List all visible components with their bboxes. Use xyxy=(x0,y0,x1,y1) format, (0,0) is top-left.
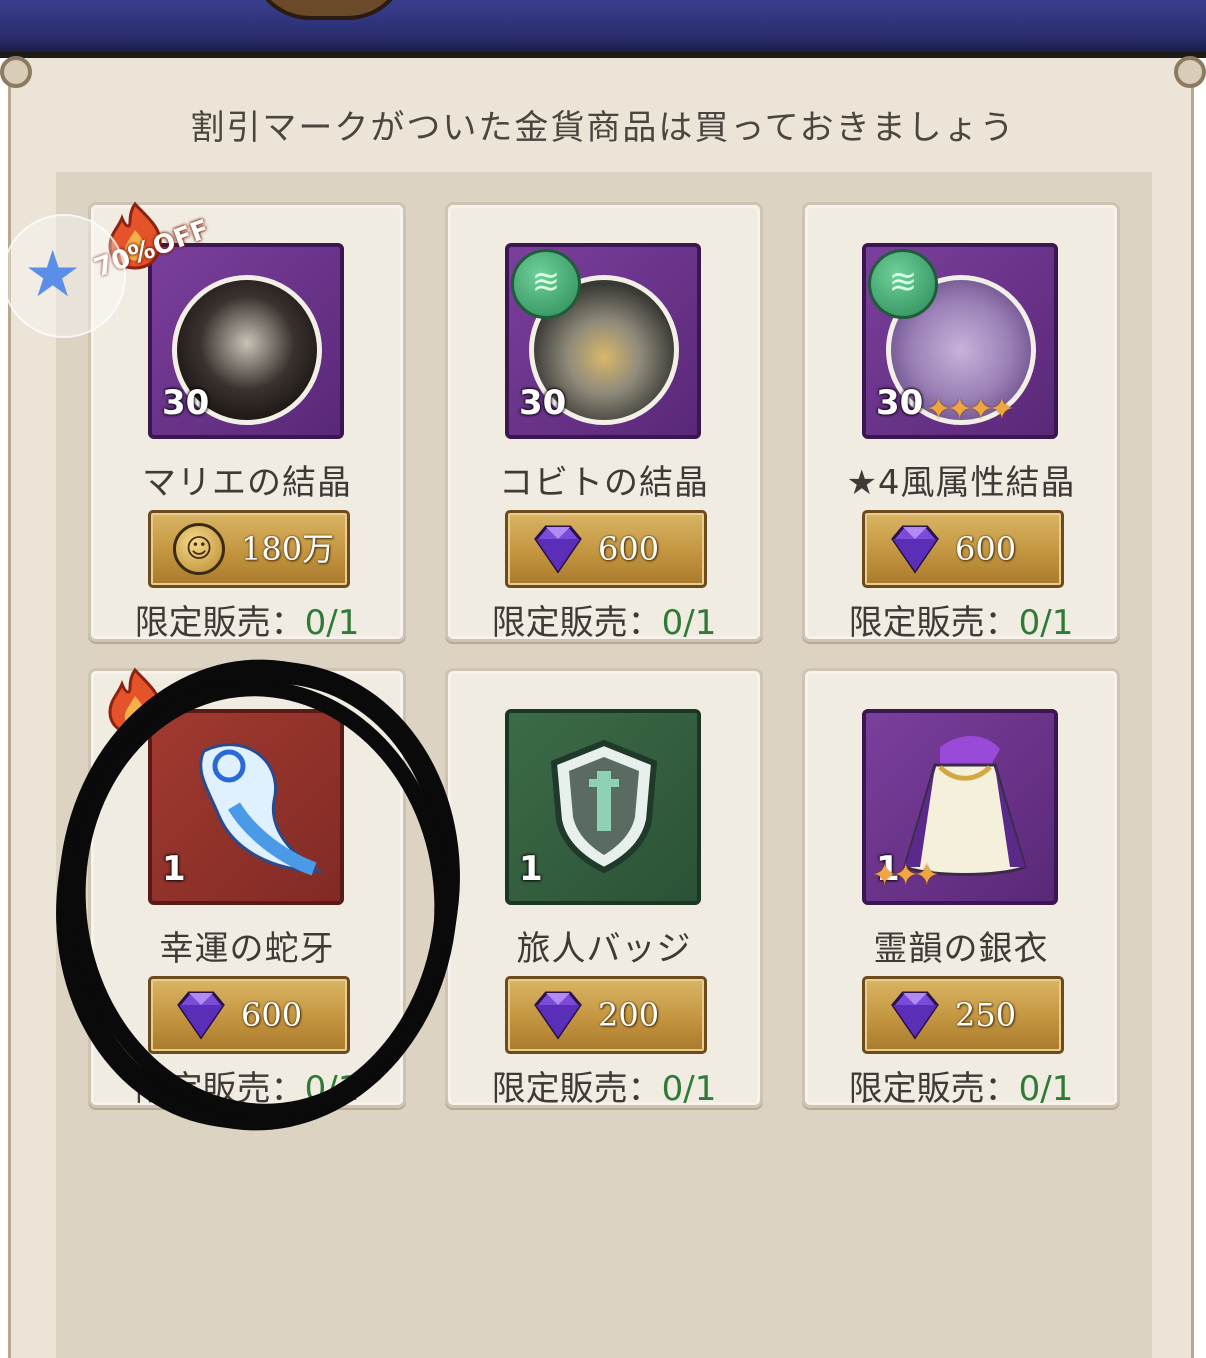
serpent-fang-icon xyxy=(199,743,324,876)
purchase-limit: 限定販売：0/1 xyxy=(91,1061,403,1110)
item-thumbnail: ≋ 30 xyxy=(505,243,701,439)
fire-icon xyxy=(108,667,162,736)
diamond-icon xyxy=(534,525,582,574)
diamond-icon xyxy=(534,991,582,1040)
purchase-limit: 限定販売：0/1 xyxy=(91,595,403,644)
buy-button[interactable]: ☺ 180万 xyxy=(148,510,350,588)
price-label: 180万 xyxy=(241,530,335,568)
price-label: 600 xyxy=(598,530,660,568)
floating-assist-button[interactable]: ★ xyxy=(2,214,126,338)
limit-label: 限定販売： xyxy=(491,603,662,643)
item-name: 旅人バッジ xyxy=(516,929,692,969)
limit-label: 限定販売： xyxy=(134,603,305,643)
limit-value: 0/1 xyxy=(1018,603,1074,643)
panel-corner-ornament-right xyxy=(1174,56,1206,88)
shop-item-card[interactable]: 1 ✦✦✦ 霊韻の銀衣 250 限定販売：0/1 xyxy=(802,668,1120,1110)
limit-value: 0/1 xyxy=(304,603,360,643)
buy-button[interactable]: 600 xyxy=(862,510,1064,588)
buy-button[interactable]: 600 xyxy=(148,976,350,1054)
item-name: 霊韻の銀衣 xyxy=(873,929,1049,969)
gold-coin-icon: ☺ xyxy=(173,523,225,575)
shop-item-card[interactable]: ≋ 30 コビトの結晶 600 限定販売：0/1 xyxy=(445,202,763,644)
wind-element-icon: ≋ xyxy=(868,249,938,319)
item-name: マリエの結晶 xyxy=(142,463,352,503)
diamond-icon xyxy=(891,525,939,574)
shop-item-card[interactable]: 1 旅人バッジ 200 限定販売：0/1 xyxy=(445,668,763,1110)
purchase-limit: 限定販売：0/1 xyxy=(448,595,760,644)
item-name: ★4風属性結晶 xyxy=(846,463,1076,503)
purchase-limit: 限定販売：0/1 xyxy=(805,1061,1117,1110)
wind-element-icon: ≋ xyxy=(511,249,581,319)
price-label: 250 xyxy=(955,996,1017,1034)
limit-label: 限定販売： xyxy=(848,603,1019,643)
item-thumbnail: 30 xyxy=(148,243,344,439)
banner-emblem xyxy=(250,0,408,20)
price-label: 600 xyxy=(955,530,1017,568)
item-count: 1 xyxy=(162,849,186,889)
shop-item-card[interactable]: ≋ 30 ✦✦✦✦ ★4風属性結晶 600 限定販売：0/1 xyxy=(802,202,1120,644)
limit-value: 0/1 xyxy=(661,603,717,643)
top-banner xyxy=(0,0,1206,52)
buy-button[interactable]: 200 xyxy=(505,976,707,1054)
price-label: 200 xyxy=(598,996,660,1034)
item-count: 30 xyxy=(162,383,210,423)
item-thumbnail: 1 xyxy=(148,709,344,905)
purchase-limit: 限定販売：0/1 xyxy=(448,1061,760,1110)
limit-label: 限定販売： xyxy=(848,1069,1019,1109)
purchase-limit: 限定販売：0/1 xyxy=(805,595,1117,644)
buy-button[interactable]: 600 xyxy=(505,510,707,588)
rarity-stars-icon: ✦✦✦ xyxy=(872,858,939,893)
shop-hint-text: 割引マークがついた金貨商品は買っておきましょう xyxy=(190,108,1016,148)
item-name: コビトの結晶 xyxy=(499,463,709,503)
item-thumbnail: 1 ✦✦✦ xyxy=(862,709,1058,905)
limit-value: 0/1 xyxy=(1018,1069,1074,1109)
item-thumbnail: ≋ 30 ✦✦✦✦ xyxy=(862,243,1058,439)
limit-value: 0/1 xyxy=(304,1069,360,1109)
diamond-icon xyxy=(177,991,225,1040)
limit-value: 0/1 xyxy=(661,1069,717,1109)
item-count: 30 xyxy=(876,383,924,423)
panel-corner-ornament-left xyxy=(0,56,32,88)
item-count: 1 xyxy=(519,849,543,889)
item-thumbnail: 1 xyxy=(505,709,701,905)
star-icon: ★ xyxy=(24,238,82,312)
shield-badge-icon xyxy=(550,739,658,874)
limit-label: 限定販売： xyxy=(134,1069,305,1109)
limit-label: 限定販売： xyxy=(491,1069,662,1109)
buy-button[interactable]: 250 xyxy=(862,976,1064,1054)
rarity-stars-icon: ✦✦✦✦ xyxy=(926,392,1015,427)
item-name: 幸運の蛇牙 xyxy=(159,929,335,969)
diamond-icon xyxy=(891,991,939,1040)
price-label: 600 xyxy=(241,996,303,1034)
item-count: 30 xyxy=(519,383,567,423)
